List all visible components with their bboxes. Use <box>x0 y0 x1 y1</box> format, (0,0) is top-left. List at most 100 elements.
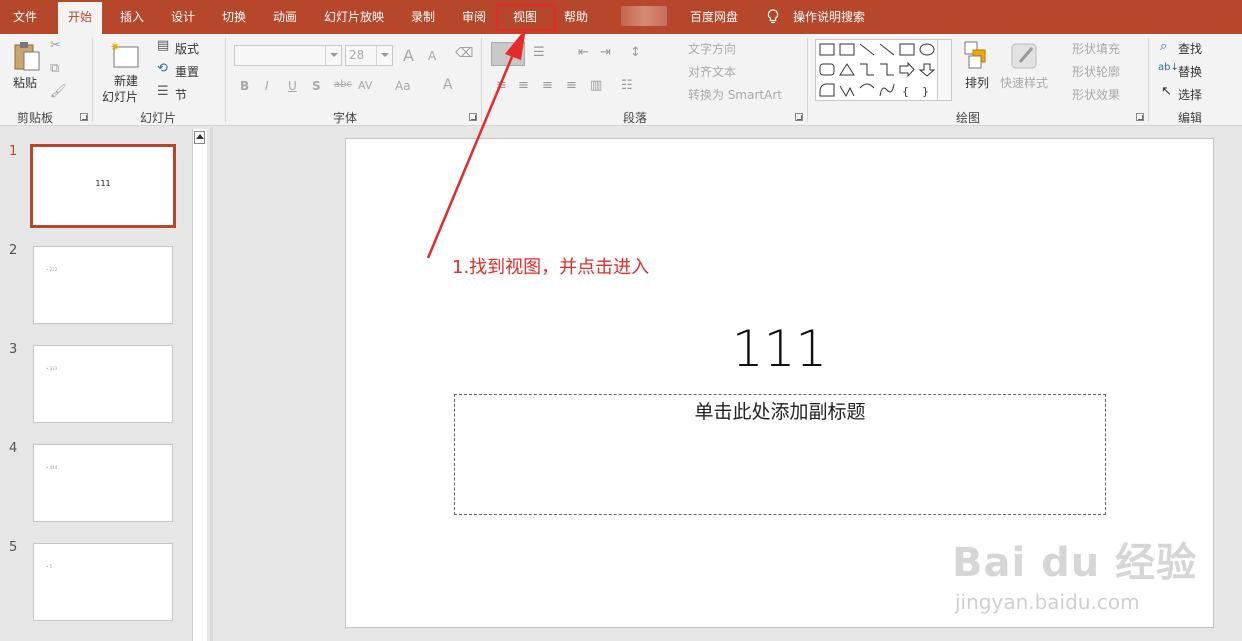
reset-icon: ⟲ <box>157 61 168 76</box>
pane-divider[interactable] <box>210 127 213 641</box>
quick-styles-icon[interactable] <box>1010 40 1040 70</box>
decrease-indent-icon[interactable]: ⇤ <box>578 45 589 60</box>
justify-icon[interactable]: ≡ <box>566 78 577 93</box>
italic-button[interactable]: I <box>265 79 269 93</box>
thumb-number: 2 <box>9 243 18 258</box>
replace-button[interactable]: 替换 <box>1178 63 1202 80</box>
svg-text:✷: ✷ <box>110 40 120 54</box>
tab-animations[interactable]: 动画 <box>273 0 297 34</box>
shape-outline-button[interactable]: 形状轮廓 <box>1072 63 1120 80</box>
tab-baidu-netdisk[interactable]: 百度网盘 <box>690 0 738 34</box>
bullets-button[interactable] <box>491 42 525 66</box>
annotation-text: 1.找到视图，并点击进入 <box>452 257 650 278</box>
thumb-number: 4 <box>9 441 18 456</box>
separator <box>92 38 93 122</box>
char-spacing-button[interactable]: AV <box>358 79 372 92</box>
align-center-icon[interactable]: ≡ <box>518 78 529 93</box>
tell-me-search[interactable]: 操作说明搜索 <box>793 0 865 34</box>
quick-styles-button[interactable]: 快速样式 <box>1000 74 1048 91</box>
scroll-up-arrow-icon[interactable] <box>194 131 205 144</box>
thumbnail-scrollbar[interactable] <box>192 129 207 641</box>
tab-record[interactable]: 录制 <box>411 0 435 34</box>
drawing-launcher-icon[interactable] <box>1136 113 1144 121</box>
font-launcher-icon[interactable] <box>469 113 477 121</box>
slide-thumbnail-3[interactable]: • 333 <box>33 345 173 423</box>
clear-formatting-icon[interactable]: ⌫ <box>455 46 473 61</box>
reset-button[interactable]: 重置 <box>175 63 199 80</box>
align-text-button[interactable]: 对齐文本 <box>688 63 736 80</box>
strikethrough-button[interactable]: abc <box>334 79 352 90</box>
increase-indent-icon[interactable]: ⇥ <box>600 45 611 60</box>
line-spacing-icon[interactable]: ↕ <box>630 45 641 60</box>
slide-thumbnail-pane: 1 111 2 • 222 3 • 333 4 • 444 5 • 5 <box>0 127 207 641</box>
layout-icon: ▤ <box>157 38 170 53</box>
align-right-icon[interactable]: ≡ <box>542 78 553 93</box>
underline-button[interactable]: U <box>288 79 297 93</box>
slide-thumbnail-4[interactable]: • 444 <box>33 444 173 522</box>
new-slide-label-1[interactable]: 新建 <box>114 72 138 89</box>
section-icon: ☰ <box>157 84 169 99</box>
tab-file[interactable]: 文件 <box>13 0 37 34</box>
align-left-icon[interactable]: ≡ <box>496 78 507 93</box>
shape-effects-button[interactable]: 形状效果 <box>1072 86 1120 103</box>
font-size-select[interactable]: 28 <box>345 45 393 66</box>
separator <box>807 38 808 122</box>
change-case-button[interactable]: Aa <box>395 79 411 93</box>
shapes-gallery-scroll[interactable] <box>938 39 952 101</box>
distributed-icon[interactable]: ▥ <box>590 78 602 93</box>
group-label-font: 字体 <box>333 111 358 125</box>
paragraph-launcher-icon[interactable] <box>795 113 803 121</box>
shape-fill-button[interactable]: 形状填充 <box>1072 40 1120 57</box>
separator <box>225 38 226 122</box>
tab-design[interactable]: 设计 <box>171 0 195 34</box>
shapes-gallery[interactable]: {} <box>815 39 938 101</box>
tab-slideshow[interactable]: 幻灯片放映 <box>324 0 384 34</box>
font-name-select[interactable] <box>234 45 342 66</box>
annotation-highlight-box <box>496 4 556 31</box>
paste-button-label[interactable]: 粘贴 <box>13 74 37 91</box>
tab-review[interactable]: 审阅 <box>462 0 486 34</box>
thumb-number: 3 <box>9 342 18 357</box>
blurred-tab <box>621 6 667 26</box>
find-button[interactable]: 查找 <box>1178 40 1202 57</box>
copy-icon[interactable]: ⧉ <box>50 61 59 76</box>
new-slide-icon[interactable]: ✷ <box>109 39 141 71</box>
group-label-slides: 幻灯片 <box>140 111 177 125</box>
layout-button[interactable]: 版式 <box>175 40 199 57</box>
thumb-number: 1 <box>9 144 18 159</box>
subtitle-placeholder-text[interactable]: 单击此处添加副标题 <box>454 397 1106 424</box>
shrink-font-icon[interactable]: A <box>428 49 436 63</box>
arrange-button[interactable]: 排列 <box>965 74 989 91</box>
new-slide-label-2[interactable]: 幻灯片 <box>102 88 138 105</box>
select-cursor-icon: ↖ <box>1161 84 1172 99</box>
clipboard-launcher-icon[interactable] <box>80 113 88 121</box>
shadow-button[interactable]: S <box>312 79 321 93</box>
tab-transitions[interactable]: 切换 <box>222 0 246 34</box>
select-button[interactable]: 选择 <box>1178 86 1202 103</box>
format-painter-icon[interactable]: 🖌 <box>50 84 67 99</box>
section-button[interactable]: 节 <box>175 86 187 103</box>
replace-icon: ab↓ <box>1158 62 1179 73</box>
tab-insert[interactable]: 插入 <box>120 0 144 34</box>
slide-title[interactable]: 111 <box>345 320 1214 378</box>
bold-button[interactable]: B <box>240 79 249 93</box>
text-direction-button[interactable]: 文字方向 <box>688 40 736 57</box>
thumb-number: 5 <box>9 540 18 555</box>
svg-text:{: { <box>902 85 909 98</box>
tab-help[interactable]: 帮助 <box>564 0 588 34</box>
tab-home[interactable]: 开始 <box>58 2 103 34</box>
group-label-clipboard: 剪贴板 <box>17 111 54 125</box>
ribbon-home: 粘贴 ✂ ⧉ 🖌 剪贴板 ✷ 新建 幻灯片 ▤ 版式 ⟲ 重置 ☰ 节 幻灯片 … <box>0 34 1242 126</box>
paste-icon[interactable] <box>12 40 42 72</box>
separator <box>481 38 482 122</box>
slide-thumbnail-2[interactable]: • 222 <box>33 246 173 324</box>
numbering-icon[interactable]: ☰ <box>533 45 545 60</box>
convert-smartart-button[interactable]: 转换为 SmartArt <box>688 86 782 103</box>
columns-icon[interactable]: ☷ <box>621 78 633 93</box>
cut-icon[interactable]: ✂ <box>50 38 61 53</box>
font-color-button[interactable]: A <box>443 77 453 93</box>
slide-thumbnail-5[interactable]: • 5 <box>33 543 173 621</box>
grow-font-icon[interactable]: A <box>403 46 414 65</box>
slide-thumbnail-1[interactable]: 111 <box>30 144 176 228</box>
arrange-icon[interactable] <box>963 40 991 70</box>
